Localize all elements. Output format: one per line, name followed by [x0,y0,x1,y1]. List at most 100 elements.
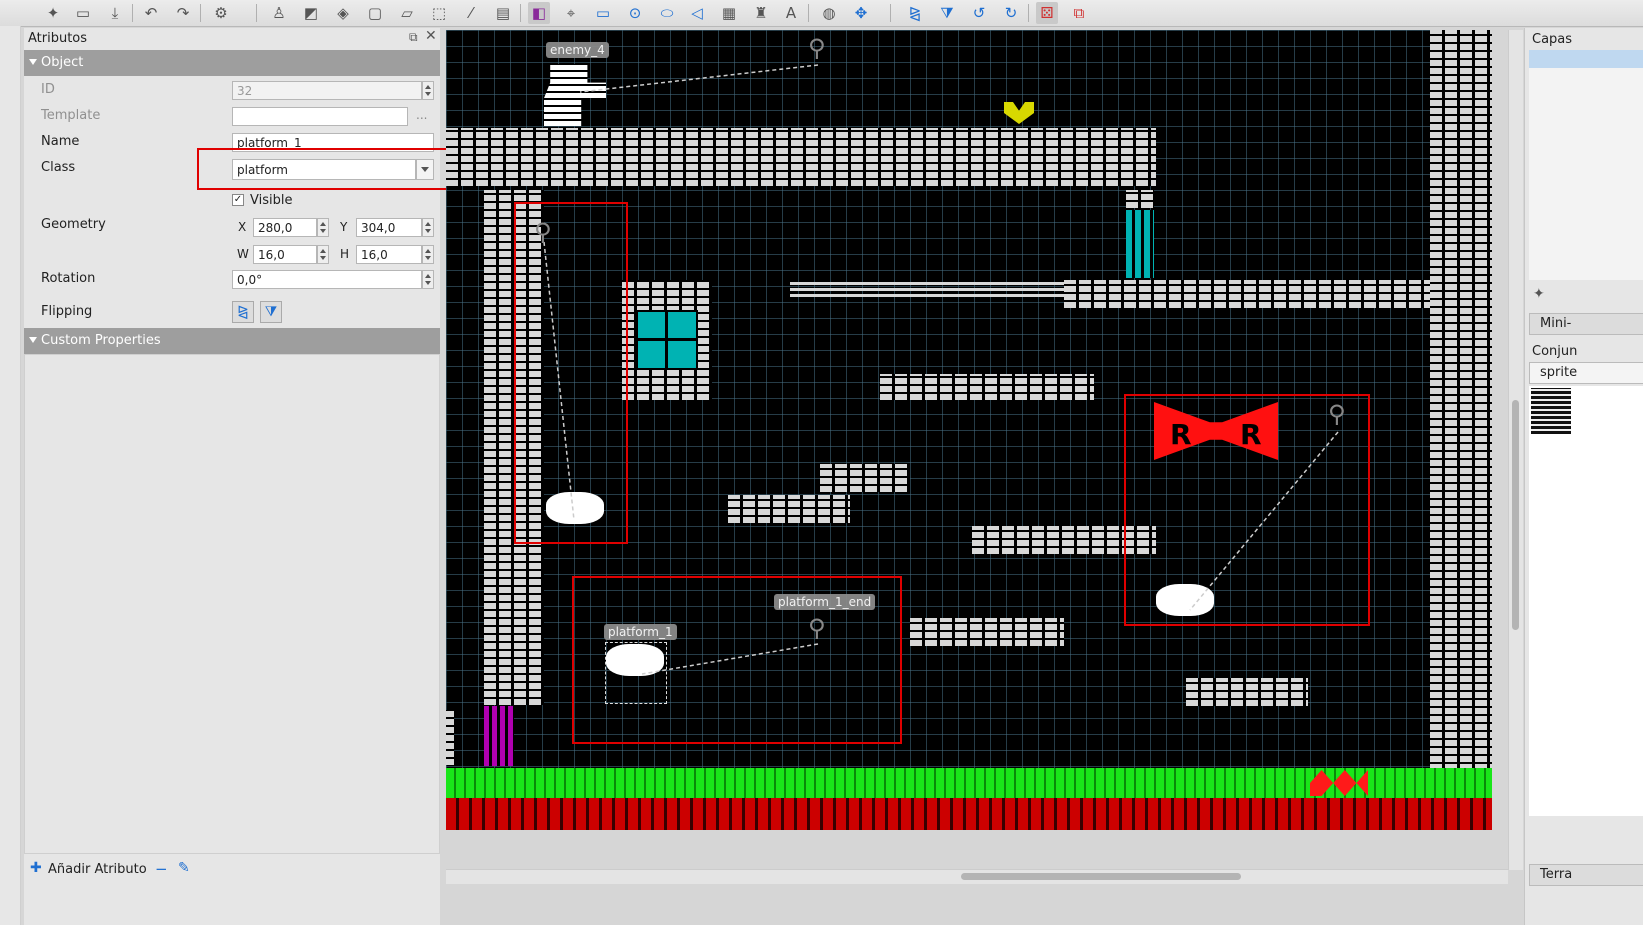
w-spinner[interactable] [317,245,329,264]
right-dock-panel: Capas ✦ Mini- Conjun sprite Terra [1524,28,1643,925]
flip-horizontal-button[interactable]: ⧎ [232,301,254,323]
platform-path-line [641,643,819,675]
undo-icon[interactable]: ↶ [140,2,162,24]
toolbar-separator [890,4,891,22]
h-label: H [340,247,350,261]
vertical-scrollbar[interactable] [1508,30,1523,870]
select-objects-icon[interactable]: ◧ [528,2,550,24]
map-pin-icon[interactable]: ⚲ [808,614,826,642]
platform-end-label: platform_1_end [774,594,876,610]
settings-icon[interactable]: ⚙ [210,2,232,24]
flip-vertical-icon[interactable]: ⧩ [936,2,958,24]
properties-title: Atributos [28,31,88,46]
tileset-tab-label: sprite [1540,365,1578,380]
close-icon[interactable]: ✕ [425,28,437,44]
rotate-right-icon[interactable]: ↻ [1000,2,1022,24]
tileset-tab[interactable]: sprite [1529,362,1643,384]
tileset-view[interactable] [1529,386,1643,816]
w-label: W [237,247,249,261]
cloud-path-line [543,241,575,521]
x-field[interactable]: 280,0 [253,218,317,237]
object-section-header[interactable]: Object [24,50,440,76]
stamp-icon[interactable]: ♙ [268,2,290,24]
add-property-button[interactable]: Añadir Atributo [48,862,147,877]
terrain-tab[interactable]: Terra [1529,864,1643,886]
collapse-triangle-icon [29,337,37,343]
toolbar-separator [520,4,521,22]
toolbar-separator [1028,4,1029,22]
minimap-tab[interactable]: Mini- [1529,313,1643,335]
insert-point-icon[interactable]: ⊙ [624,2,646,24]
toolbar-separator [132,4,133,22]
map-pin-icon[interactable]: ⚲ [808,34,826,62]
rotate-left-icon[interactable]: ↺ [968,2,990,24]
new-map-icon[interactable]: ✦ [42,2,64,24]
visible-checkbox[interactable]: ✓ [232,194,244,206]
float-panel-icon[interactable]: ⧉ [409,30,418,45]
name-label: Name [41,134,80,149]
tileset-sprites[interactable] [1531,388,1571,434]
remove-property-button[interactable]: − [155,860,168,878]
new-layer-icon[interactable]: ✦ [1533,286,1545,302]
fill-icon[interactable]: ◈ [332,2,354,24]
select-same-icon[interactable]: ▤ [492,2,514,24]
insert-text-icon[interactable]: A [780,2,802,24]
cloud-path-line-right [1189,431,1339,611]
class-highlight-box [197,148,448,190]
collapse-triangle-icon [29,59,37,65]
edit-property-button[interactable]: ✎ [178,860,190,876]
map-pin-icon[interactable]: ⚲ [1328,400,1346,428]
id-field: 32 [232,81,422,100]
template-browse-button[interactable]: ... [416,108,427,122]
random-mode-icon[interactable]: ⚄ [1036,2,1058,24]
template-field[interactable] [232,107,408,126]
x-spinner[interactable] [317,218,329,237]
eraser-icon[interactable]: ▱ [396,2,418,24]
redo-icon[interactable]: ↷ [172,2,194,24]
layers-title: Capas [1532,32,1573,47]
h-spinner[interactable] [422,245,434,264]
y-spinner[interactable] [422,218,434,237]
flipping-label: Flipping [41,304,93,319]
flip-horizontal-icon: ⧎ [237,304,249,320]
open-icon[interactable]: ▭ [72,2,94,24]
w-field[interactable]: 16,0 [253,245,317,264]
y-field[interactable]: 304,0 [356,218,422,237]
insert-polygon-icon[interactable]: ◁ [686,2,708,24]
object-section-label: Object [41,55,84,70]
visible-label: Visible [250,193,293,208]
magic-wand-icon[interactable]: ⁄ [460,2,482,24]
map-pin-icon[interactable]: ⚲ [534,218,552,246]
insert-template-icon[interactable]: ♜ [750,2,772,24]
y-label: Y [340,220,348,234]
properties-title-bar: Atributos ⧉ ✕ [24,28,440,48]
x-label: X [238,220,247,234]
insert-ellipse-icon[interactable]: ⬭ [656,2,678,24]
horizontal-scrollbar[interactable] [446,869,1508,884]
terrain-brush-icon[interactable]: ◩ [300,2,322,24]
rotation-field[interactable]: 0,0° [232,270,422,289]
class-label: Class [41,160,76,175]
world-tool-icon[interactable]: ◍ [818,2,840,24]
rect-select-icon[interactable]: ⬚ [428,2,450,24]
tilesets-title: Conjun [1532,344,1578,359]
insert-rectangle-icon[interactable]: ▭ [592,2,614,24]
save-icon[interactable]: ⤓ [104,2,126,24]
flip-vertical-button[interactable]: ⧩ [260,301,282,323]
edit-polygons-icon[interactable]: ⌖ [560,2,582,24]
custom-properties-section-header[interactable]: Custom Properties [24,328,440,354]
horizontal-scroll-thumb[interactable] [961,873,1241,880]
flip-horizontal-icon[interactable]: ⧎ [904,2,926,24]
shape-fill-icon[interactable]: ▢ [364,2,386,24]
insert-tile-icon[interactable]: ▦ [718,2,740,24]
vertical-scroll-thumb[interactable] [1512,400,1519,630]
map-canvas[interactable]: R R ⚲ ⚲ ⚲ ⚲ enemy_4 platform_1 platform_… [446,30,1492,830]
rotation-spinner[interactable] [422,270,434,289]
left-dock-gutter [0,26,21,925]
layers-list [1529,50,1643,280]
h-field[interactable]: 16,0 [356,245,422,264]
move-icon[interactable]: ✥ [850,2,872,24]
wang-fill-icon[interactable]: ⧉ [1068,2,1090,24]
enemy-path-line [579,64,819,93]
enemy-label: enemy_4 [546,42,609,58]
